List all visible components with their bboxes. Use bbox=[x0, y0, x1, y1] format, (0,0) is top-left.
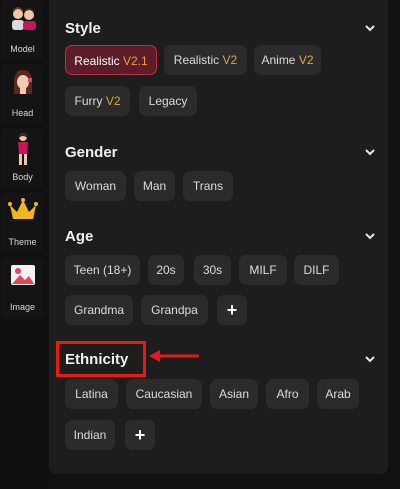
picture-icon bbox=[10, 265, 35, 285]
option-label: Grandma bbox=[73, 303, 125, 317]
ethnicity-option-latina[interactable]: Latina bbox=[65, 379, 118, 409]
sidebar-item-body[interactable]: Body bbox=[1, 128, 44, 188]
ethnicity-option-asian[interactable]: Asian bbox=[210, 379, 258, 409]
plus-icon: + bbox=[226, 300, 238, 320]
chevron-down-icon[interactable] bbox=[364, 22, 376, 34]
option-label: Asian bbox=[218, 387, 250, 401]
section-title-style: Style bbox=[65, 19, 101, 37]
option-name: Realistic bbox=[173, 53, 220, 67]
gender-option-man[interactable]: Man bbox=[134, 171, 175, 201]
option-version: V2 bbox=[222, 53, 238, 67]
option-label: 20s bbox=[156, 263, 176, 277]
style-option-realistic-v2[interactable]: Realistic V2 bbox=[164, 45, 247, 75]
ethnicity-option-indian[interactable]: Indian bbox=[65, 420, 115, 450]
chevron-down-icon[interactable] bbox=[364, 146, 376, 158]
option-label: Trans bbox=[192, 179, 224, 193]
option-label: Caucasian bbox=[135, 387, 193, 401]
option-label: Man bbox=[142, 179, 167, 193]
crown-icon bbox=[7, 198, 38, 219]
ethnicity-option-afro[interactable]: Afro bbox=[266, 379, 309, 409]
age-option-grandpa[interactable]: Grandpa bbox=[141, 295, 208, 325]
age-section-header[interactable]: Age bbox=[65, 225, 376, 247]
age-option-milf[interactable]: MILF bbox=[239, 255, 287, 285]
option-label: DILF bbox=[303, 263, 330, 277]
chevron-down-icon[interactable] bbox=[364, 353, 376, 365]
age-add-button[interactable]: + bbox=[217, 295, 247, 325]
gender-option-woman[interactable]: Woman bbox=[65, 171, 126, 201]
option-name: Anime bbox=[261, 53, 296, 67]
option-label: MILF bbox=[249, 263, 277, 277]
chevron-down-icon[interactable] bbox=[364, 230, 376, 242]
sidebar-item-label: Image bbox=[9, 302, 35, 312]
option-name: Realistic bbox=[74, 54, 120, 68]
option-label: 30s bbox=[202, 263, 223, 277]
sidebar-item-image[interactable]: Image bbox=[1, 258, 44, 318]
option-label: Afro bbox=[276, 387, 299, 401]
option-label: Latina bbox=[75, 387, 108, 401]
sidebar-item-label: Theme bbox=[8, 237, 37, 247]
ethnicity-option-caucasian[interactable]: Caucasian bbox=[126, 379, 202, 409]
gender-section-header[interactable]: Gender bbox=[65, 141, 376, 163]
option-name: Furry bbox=[74, 94, 103, 108]
option-label: Arab bbox=[325, 387, 351, 401]
sidebar-item-head[interactable]: Head bbox=[1, 64, 44, 124]
option-label: Teen (18+) bbox=[73, 263, 132, 277]
annotation-highlight-box bbox=[56, 341, 146, 377]
option-label: Woman bbox=[74, 179, 117, 193]
style-option-anime-v2[interactable]: Anime V2 bbox=[254, 45, 321, 75]
age-option-teen[interactable]: Teen (18+) bbox=[65, 255, 140, 285]
left-sidebar: Model Head Body Theme Image bbox=[0, 0, 46, 489]
sidebar-item-label: Model bbox=[10, 44, 35, 54]
plus-icon: + bbox=[134, 425, 146, 445]
option-version: V2.1 bbox=[123, 54, 148, 68]
gender-option-trans[interactable]: Trans bbox=[183, 171, 233, 201]
style-option-legacy[interactable]: Legacy bbox=[139, 86, 197, 116]
style-option-realistic-v21[interactable]: Realistic V2.1 bbox=[65, 45, 157, 75]
section-title-age: Age bbox=[65, 227, 94, 245]
option-name: Legacy bbox=[148, 94, 188, 108]
option-version: V2 bbox=[298, 53, 314, 67]
head-portrait-icon bbox=[13, 70, 32, 94]
age-option-grandma[interactable]: Grandma bbox=[65, 295, 133, 325]
sidebar-item-label: Body bbox=[12, 172, 33, 182]
avatars-icon bbox=[11, 7, 36, 30]
ethnicity-add-button[interactable]: + bbox=[125, 420, 155, 450]
section-title-gender: Gender bbox=[65, 143, 118, 161]
age-option-20s[interactable]: 20s bbox=[148, 255, 184, 285]
options-panel: Style Realistic V2.1 Realistic V2 Anime … bbox=[49, 0, 388, 474]
annotation-arrow-icon bbox=[149, 350, 199, 362]
style-option-furry-v2[interactable]: Furry V2 bbox=[65, 86, 130, 116]
age-option-30s[interactable]: 30s bbox=[194, 255, 231, 285]
sidebar-item-theme[interactable]: Theme bbox=[1, 193, 44, 253]
style-section-header[interactable]: Style bbox=[65, 17, 376, 39]
sidebar-item-model[interactable]: Model bbox=[1, 0, 44, 60]
option-label: Indian bbox=[73, 428, 107, 442]
body-figure-icon bbox=[17, 133, 28, 165]
ethnicity-option-arab[interactable]: Arab bbox=[317, 379, 359, 409]
option-version: V2 bbox=[105, 94, 121, 108]
age-option-dilf[interactable]: DILF bbox=[294, 255, 339, 285]
option-label: Grandpa bbox=[151, 303, 198, 317]
sidebar-item-label: Head bbox=[11, 108, 34, 118]
